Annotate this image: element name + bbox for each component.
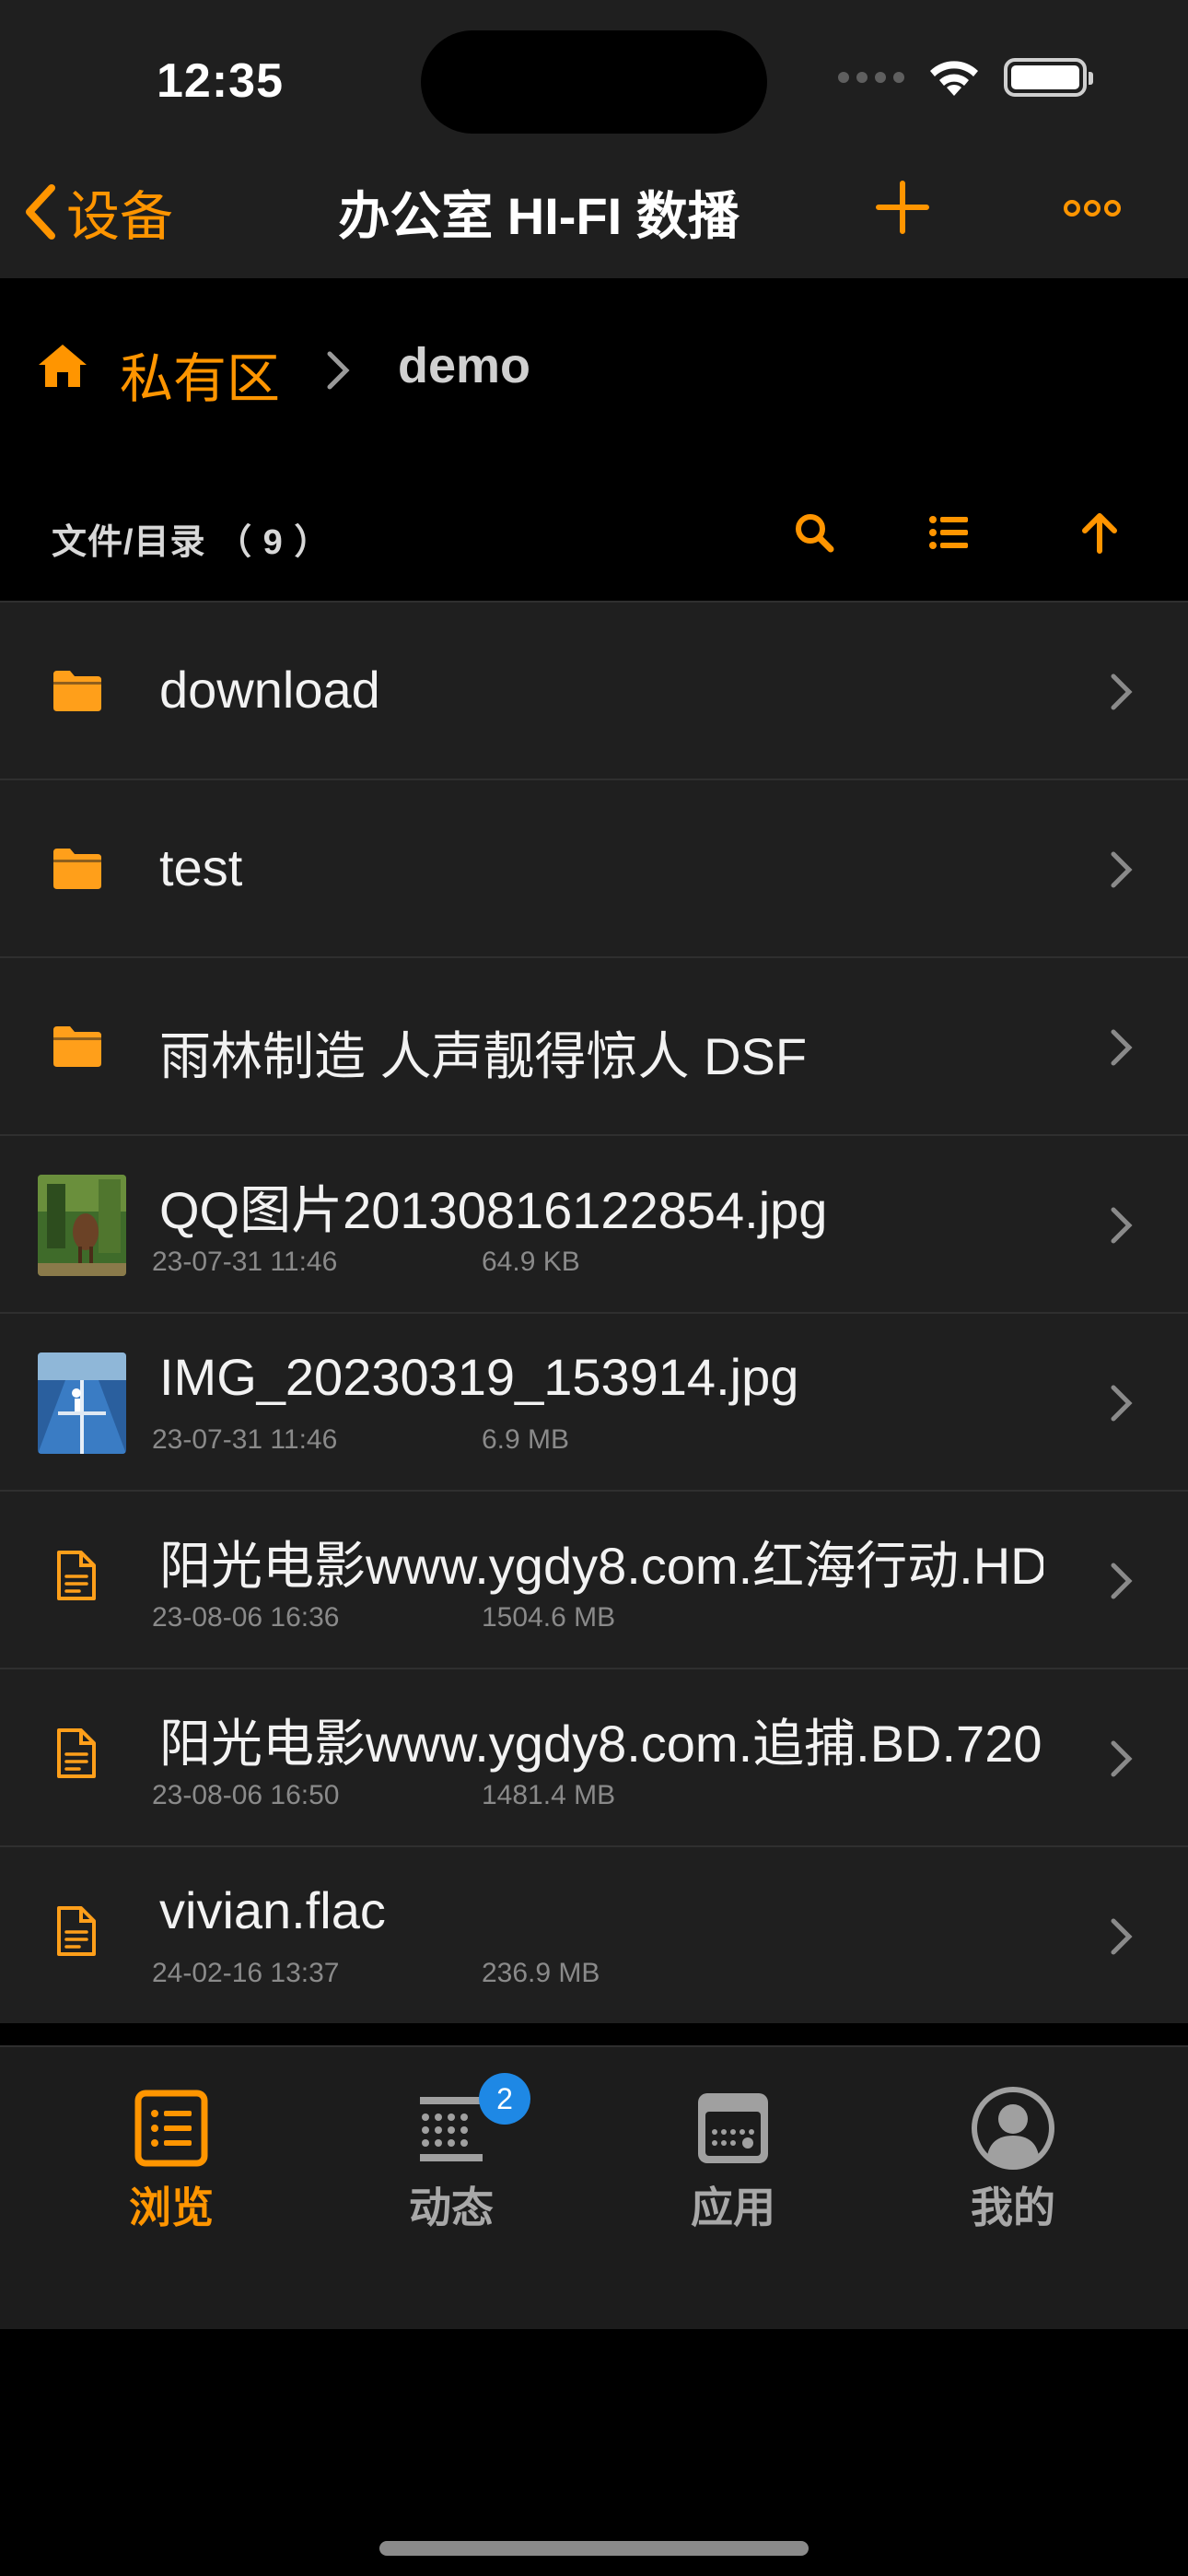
document-icon [57,1906,96,1956]
folder-icon [53,849,101,889]
list-item[interactable]: QQ图片20130816122854.jpg 23-07-31 11:46 64… [0,1134,1188,1312]
phone-screen: 12:35 设备 办公室 HI-FI 数播 私有区 demo 文件/目录 （ 9… [0,0,1188,2576]
tab-label: 应用 [691,2184,775,2231]
chevron-right-icon [1111,673,1133,710]
chevron-right-icon [1111,1207,1133,1244]
file-name: vivian.flac [159,1881,386,1939]
breadcrumb-root[interactable]: 私有区 [120,335,280,413]
file-size: 64.9 KB [482,1247,580,1277]
file-date: 23-07-31 11:46 [152,1424,338,1455]
file-size: 1504.6 MB [482,1602,616,1633]
tab-activity[interactable]: 2 动态 [350,2066,553,2250]
image-thumbnail [38,1352,126,1454]
chevron-right-icon [327,351,350,390]
browse-list-icon [134,2090,208,2167]
status-time: 12:35 [157,54,284,108]
list-item[interactable]: download [0,601,1188,779]
file-size: 1481.4 MB [482,1780,616,1810]
chevron-right-icon [1111,1385,1133,1422]
file-date: 23-08-06 16:36 [152,1602,340,1633]
file-date: 24-02-16 13:37 [152,1958,340,1988]
file-size: 236.9 MB [482,1958,600,1988]
tab-me[interactable]: 我的 [912,2066,1114,2250]
file-name: QQ图片20130816122854.jpg [159,1181,828,1239]
dynamic-island [421,30,767,134]
top-bar: 12:35 设备 办公室 HI-FI 数播 [0,0,1188,278]
list-header: 文件/目录 （ 9 ） [0,463,1188,601]
breadcrumb: 私有区 demo [0,278,1188,463]
file-date: 23-07-31 11:46 [152,1247,338,1277]
file-name: 阳光电影www.ygdy8.com.追捕.BD.720p [159,1715,1043,1773]
list-view-icon[interactable] [927,510,972,555]
folder-icon [53,671,101,711]
tab-apps[interactable]: 应用 [632,2066,834,2250]
breadcrumb-current: demo [398,338,531,393]
chevron-right-icon [1111,1740,1133,1777]
tab-label: 动态 [409,2184,494,2231]
file-name: test [159,838,243,896]
notification-badge: 2 [479,2073,530,2125]
tab-label: 浏览 [129,2184,214,2231]
wifi-icon [930,61,978,96]
cellular-signal-icon [838,72,904,83]
document-icon [57,1728,96,1778]
add-button[interactable] [873,178,932,237]
list-item[interactable]: 阳光电影www.ygdy8.com.红海行动.HD 23-08-06 16:36… [0,1490,1188,1668]
tab-label: 我的 [971,2184,1055,2231]
home-icon[interactable] [37,341,88,389]
file-list: download test 雨林制造 人声靓得惊人 DSF QQ图片201308… [0,601,1188,2023]
chevron-right-icon [1111,851,1133,888]
file-name: IMG_20230319_153914.jpg [159,1348,799,1406]
search-icon[interactable] [792,510,836,555]
image-thumbnail [38,1175,126,1276]
file-name: 雨林制造 人声靓得惊人 DSF [159,1027,808,1085]
profile-avatar-icon [972,2087,1054,2170]
list-item[interactable]: 阳光电影www.ygdy8.com.追捕.BD.720p 23-08-06 16… [0,1668,1188,1845]
tab-bar: 浏览 2 动态 应用 我的 [0,2045,1188,2329]
apps-calendar-icon [698,2093,768,2163]
chevron-right-icon [1111,1029,1133,1066]
home-indicator[interactable] [379,2541,809,2556]
file-count-label: 文件/目录 （ 9 ） [52,523,331,562]
file-name: download [159,661,380,719]
chevron-right-icon [1111,1918,1133,1955]
list-item[interactable]: test [0,779,1188,956]
file-size: 6.9 MB [482,1424,570,1455]
list-item[interactable]: 雨林制造 人声靓得惊人 DSF [0,956,1188,1134]
status-indicators [838,57,1093,98]
tab-browse[interactable]: 浏览 [70,2066,273,2250]
battery-icon [1004,58,1093,97]
list-item[interactable]: IMG_20230319_153914.jpg 23-07-31 11:46 6… [0,1312,1188,1490]
folder-icon [53,1026,101,1067]
more-options-icon[interactable] [1063,195,1122,221]
file-name: 阳光电影www.ygdy8.com.红海行动.HD [159,1537,1043,1595]
sort-up-arrow-icon[interactable] [1077,510,1122,555]
file-date: 23-08-06 16:50 [152,1780,340,1810]
document-icon [57,1551,96,1600]
list-item[interactable]: vivian.flac 24-02-16 13:37 236.9 MB [0,1845,1188,2023]
chevron-right-icon [1111,1563,1133,1599]
